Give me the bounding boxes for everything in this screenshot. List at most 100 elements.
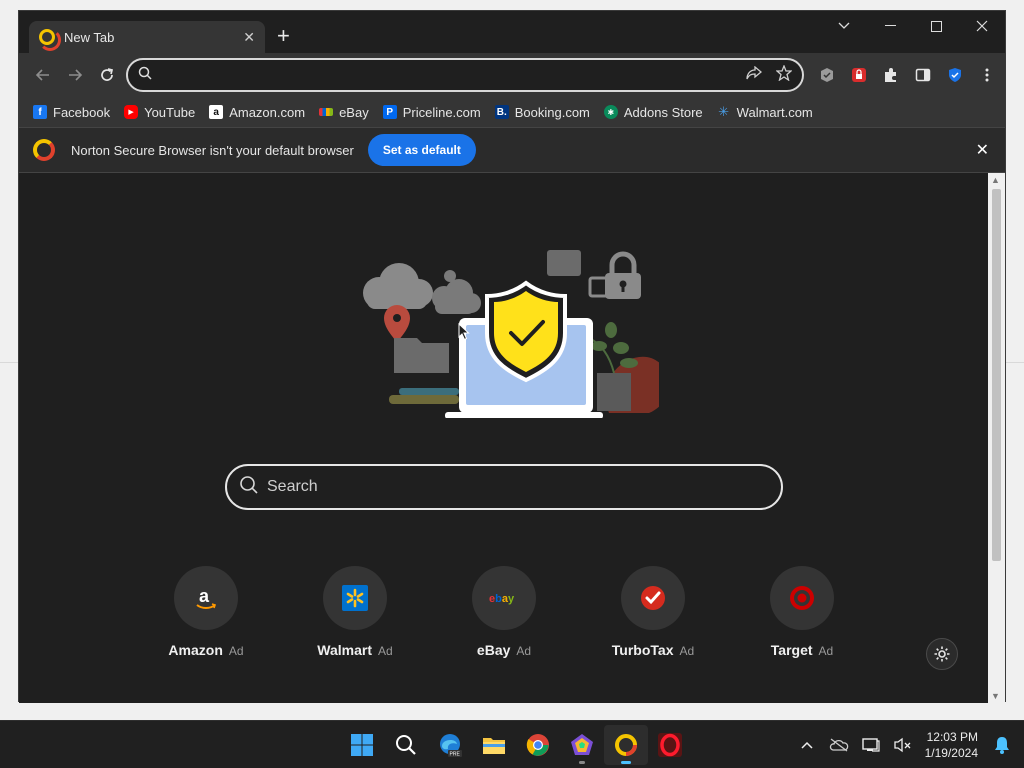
bookmark-priceline[interactable]: P Priceline.com: [382, 104, 481, 120]
bookmark-facebook[interactable]: f Facebook: [33, 105, 110, 120]
norton-browser-app[interactable]: [604, 725, 648, 765]
maximize-button[interactable]: [913, 11, 959, 41]
bookmark-amazon[interactable]: a Amazon.com: [209, 105, 305, 120]
ad-badge: Ad: [679, 644, 695, 658]
tile-walmart[interactable]: Walmart Ad: [295, 566, 415, 658]
side-panel-icon[interactable]: [907, 59, 939, 91]
bookmarks-bar: f Facebook ▶ YouTube a Amazon.com eBay P…: [19, 97, 1005, 127]
tab-new-tab[interactable]: New Tab ✕: [29, 21, 265, 53]
ad-badge: Ad: [228, 644, 244, 658]
search-input[interactable]: [267, 478, 781, 496]
notification-bell-icon[interactable]: [986, 736, 1018, 754]
bookmark-label: Booking.com: [514, 104, 590, 120]
browser-window: New Tab ✕ + f Facebook ▶ YouTube a Amazo…: [18, 10, 1006, 703]
tab-title: New Tab: [64, 29, 115, 45]
tile-turbotax[interactable]: TurboTax Ad: [593, 566, 713, 658]
system-tray: 12:03 PM 1/19/2024: [791, 721, 1024, 768]
bookmark-addons-store[interactable]: ✱ Addons Store: [603, 104, 703, 120]
norton-favicon-icon: [39, 29, 61, 51]
tile-label: TurboTax: [611, 642, 674, 658]
edge-beta-app[interactable]: PRE: [428, 725, 472, 765]
amazon-logo-icon: a: [174, 566, 238, 630]
norton-safe-web-icon[interactable]: [811, 59, 843, 91]
file-explorer-app[interactable]: [472, 725, 516, 765]
bookmark-label: Amazon.com: [229, 104, 306, 120]
ebay-icon: [319, 108, 334, 116]
start-button[interactable]: [340, 725, 384, 765]
clock[interactable]: 12:03 PM 1/19/2024: [925, 729, 978, 761]
onedrive-icon[interactable]: [823, 738, 855, 752]
tile-target[interactable]: Target Ad: [742, 566, 862, 658]
tile-label: eBay: [476, 642, 511, 658]
gear-icon: [934, 646, 950, 662]
default-browser-infobar: Norton Secure Browser isn't your default…: [19, 127, 1005, 173]
bookmark-ebay[interactable]: eBay: [319, 105, 369, 120]
share-icon[interactable]: [746, 65, 763, 84]
booking-icon: B.: [494, 105, 509, 119]
tile-label: Amazon: [168, 642, 223, 658]
bookmark-label: Priceline.com: [402, 104, 481, 120]
bookmark-walmart[interactable]: ✳ Walmart.com: [717, 104, 813, 120]
shortcut-tiles: a Amazon Ad Walmart Ad ebay eBay Ad Turb…: [19, 566, 989, 666]
taskbar-search-button[interactable]: [384, 725, 428, 765]
close-window-button[interactable]: [959, 11, 1005, 41]
ad-badge: Ad: [516, 644, 532, 658]
pentagon-app-icon: [571, 734, 593, 755]
vertical-scrollbar[interactable]: ▲ ▼: [988, 173, 1005, 703]
reload-button[interactable]: [91, 59, 123, 91]
tile-ebay[interactable]: ebay eBay Ad: [444, 566, 564, 658]
chrome-icon: [526, 734, 549, 756]
bookmark-star-icon[interactable]: [775, 64, 793, 85]
bookmark-youtube[interactable]: ▶ YouTube: [124, 105, 195, 120]
svg-text:PRE: PRE: [450, 752, 461, 757]
new-tab-search[interactable]: [225, 464, 783, 510]
chrome-app[interactable]: [516, 725, 560, 765]
bookmark-label: Walmart.com: [736, 104, 813, 120]
opera-app[interactable]: [648, 725, 692, 765]
tab-close-icon[interactable]: ✕: [243, 29, 255, 46]
pentagon-app[interactable]: [560, 725, 604, 765]
scroll-down-icon[interactable]: ▼: [991, 691, 1000, 701]
bookmark-booking[interactable]: B. Booking.com: [494, 104, 590, 120]
bookmark-label: eBay: [339, 104, 369, 120]
opera-icon: [658, 733, 682, 757]
bookmark-label: Addons Store: [623, 104, 703, 120]
clock-date: 1/19/2024: [924, 746, 978, 760]
windows-taskbar: PRE 12:03 PM 1/19/2024: [0, 720, 1024, 768]
navigation-toolbar: [19, 53, 1005, 97]
scroll-up-icon[interactable]: ▲: [991, 175, 1000, 185]
address-input[interactable]: [160, 67, 732, 83]
taskbar-apps: PRE: [340, 725, 692, 765]
scroll-thumb[interactable]: [992, 189, 1001, 561]
ad-badge: Ad: [818, 644, 834, 658]
volume-muted-icon[interactable]: [887, 737, 919, 753]
customize-settings-button[interactable]: [926, 638, 958, 670]
bookmark-label: Facebook: [53, 104, 111, 120]
window-controls: [821, 11, 1005, 41]
turbotax-logo-icon: [621, 566, 685, 630]
new-tab-button[interactable]: +: [277, 25, 290, 47]
active-indicator: [621, 761, 631, 764]
minimize-button[interactable]: [867, 11, 913, 41]
menu-kebab-icon[interactable]: [971, 59, 1003, 91]
network-icon[interactable]: [855, 737, 887, 753]
svg-text:ebay: ebay: [489, 593, 515, 605]
tile-amazon[interactable]: a Amazon Ad: [146, 566, 266, 658]
infobar-close-icon[interactable]: ✕: [976, 140, 989, 160]
mouse-cursor-icon: [458, 323, 470, 341]
bookmark-label: YouTube: [144, 104, 196, 120]
set-as-default-button[interactable]: Set as default: [367, 134, 476, 166]
shield-check-icon[interactable]: [939, 59, 971, 91]
address-bar[interactable]: [126, 58, 804, 92]
extensions-puzzle-icon[interactable]: [875, 59, 907, 91]
edge-icon: PRE: [440, 734, 462, 757]
extensions-area: [811, 53, 1003, 97]
password-manager-icon[interactable]: [843, 59, 875, 91]
back-button[interactable]: [27, 59, 59, 91]
tab-search-icon[interactable]: [821, 11, 867, 41]
search-icon: [138, 66, 152, 85]
amazon-icon: a: [209, 105, 224, 119]
forward-button[interactable]: [59, 59, 91, 91]
show-hidden-icons-icon[interactable]: [791, 741, 823, 749]
clock-time: 12:03 PM: [926, 730, 978, 744]
